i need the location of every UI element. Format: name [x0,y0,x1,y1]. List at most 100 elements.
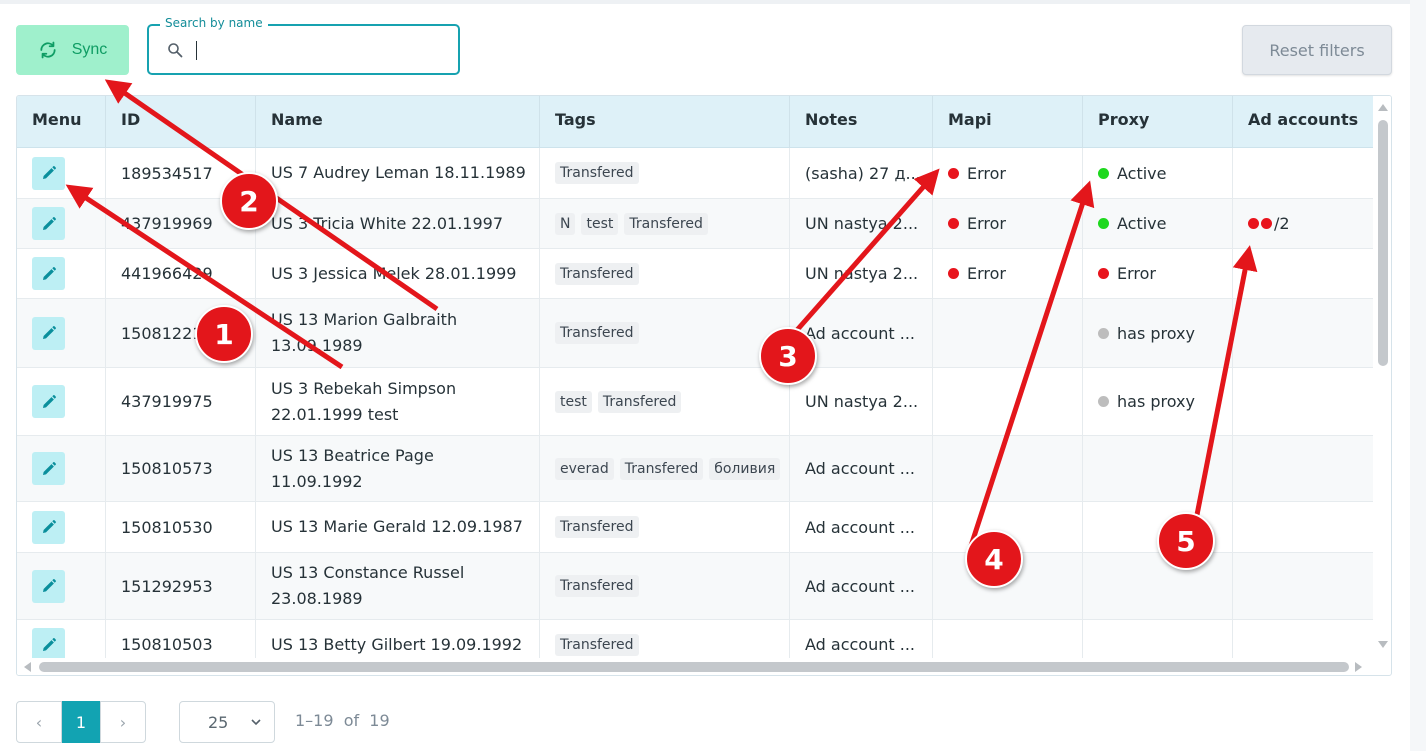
header-notes[interactable]: Notes [790,96,933,148]
account-id: 151292953 [121,576,213,596]
id-cell: 151292953 [106,553,256,619]
pencil-icon [42,266,56,280]
header-menu[interactable]: Menu [17,96,106,148]
tag-chip[interactable]: Transfered [555,162,639,184]
name-cell: US 13 Marie Gerald 12.09.1987 [256,502,540,552]
account-name-line: US 13 Beatrice Page 11.09.1992 [271,445,434,491]
page-button-current[interactable]: 1 [62,701,100,743]
account-name-line: US 3 Jessica Melek 28.01.1999 [271,263,517,283]
edit-button[interactable] [32,156,65,190]
account-id: 441966429 [121,264,213,283]
header-proxy[interactable]: Proxy [1083,96,1233,148]
id-cell: 437919975 [106,368,256,435]
scroll-up-icon[interactable] [1378,104,1388,111]
status-dot-icon [1098,396,1109,407]
account-name-line: US 13 Betty Gilbert 19.09.1992 [271,634,523,654]
tag-chip[interactable]: N [555,212,576,235]
tag-chip[interactable]: test [581,212,619,235]
notes-text: (sasha) 27 д... [805,163,921,183]
tags-cell: Transfered [540,502,790,552]
id-cell: 441966429 [106,249,256,298]
header-mapi[interactable]: Mapi [933,96,1083,148]
edit-button[interactable] [32,257,65,290]
header-ad-accounts[interactable]: Ad accounts [1233,96,1373,148]
notes-text: UN nastya 2... [805,214,919,233]
table-row[interactable]: 441966429 US 3 Jessica Melek 28.01.1999 Tr… [17,249,1373,299]
name-cell: US 13 Marion Galbraith 13.09.1989 [256,299,540,367]
tags-cell: Ntest Transfered [540,199,790,248]
annotation-badge-4: 4 [965,530,1023,588]
edit-button[interactable] [32,569,65,603]
notes-cell: Ad account ... [790,502,933,552]
name-cell: US 13 Beatrice Page 11.09.1992 [256,436,540,501]
horizontal-scrollbar[interactable] [17,658,1375,675]
text-caret [196,41,197,60]
edit-button[interactable] [32,207,65,240]
id-cell: 150810573 [106,436,256,501]
search-field[interactable]: Search by name [147,16,460,75]
tag-chip[interactable]: Transfered [619,457,704,480]
status-text: Error [967,163,1006,183]
tag-chip[interactable]: test [555,390,592,413]
account-id: 437919975 [121,392,213,411]
account-id: 150810503 [121,635,213,654]
edit-button[interactable] [32,510,65,544]
header-id[interactable]: ID [106,96,256,148]
search-icon [168,43,183,58]
account-id: 189534517 [121,163,213,183]
header-tags[interactable]: Tags [540,96,790,148]
vertical-scroll-thumb[interactable] [1378,120,1388,366]
tag-chip[interactable]: everad [555,457,614,480]
header-name[interactable]: Name [256,96,540,148]
account-name-line: US 13 Marie Gerald 12.09.1987 [271,517,523,536]
accounts-table: Menu ID Name Tags Notes Mapi Proxy Ad ac… [16,95,1392,676]
tag-chip[interactable]: Transfered [555,516,639,538]
notes-text: UN nastya 2... [805,264,919,283]
prev-page-button[interactable]: ‹ [16,701,62,743]
scroll-right-icon[interactable] [1355,662,1362,672]
tag-chip[interactable]: Transfered [555,633,639,656]
mapi-cell [933,368,1083,435]
notes-text: Ad account ... [805,323,915,343]
name-cell: US 3 Rebekah Simpson 22.01.1999 test [256,368,540,435]
name-cell: US 3 Jessica Melek 28.01.1999 [256,249,540,298]
annotation-badge-5: 5 [1157,512,1215,570]
edit-button[interactable] [32,316,65,350]
account-name-line: 23.08.1989 [271,589,363,608]
notes-text: UN nastya 2... [805,392,919,411]
per-page-select[interactable]: 25 [179,701,275,743]
tag-chip[interactable]: Transfered [555,262,639,285]
proxy-cell: has proxy [1083,299,1233,367]
tag-chip[interactable]: Transfered [597,390,682,413]
page-right-gutter [1410,0,1426,751]
tag-chip[interactable]: боливия [709,457,781,480]
ad-accounts-cell [1233,249,1373,298]
table-row[interactable]: 437919975 US 3 Rebekah Simpson 22.01.1999 … [17,368,1373,436]
search-input[interactable] [191,36,446,64]
tag-chip[interactable]: Transfered [555,322,639,344]
sync-button[interactable]: Sync [16,25,129,75]
scroll-down-icon[interactable] [1378,641,1388,648]
notes-text: Ad account ... [805,635,915,654]
account-name-line: 22.01.1999 test [271,404,399,424]
tags-cell: Transfered [540,249,790,298]
horizontal-scroll-thumb[interactable] [39,662,1349,672]
menu-cell [17,368,106,435]
account-name-line: US 13 Constance Russel [271,563,465,582]
next-page-button[interactable]: › [100,701,146,743]
table-row[interactable]: 150810573 US 13 Beatrice Page 11.09.1992 e… [17,436,1373,502]
edit-button[interactable] [32,385,65,418]
tags-cell: test Transfered [540,368,790,435]
edit-button[interactable] [32,628,65,661]
menu-cell [17,299,106,367]
tag-chip[interactable]: Transfered [624,212,708,235]
reset-filters-button[interactable]: Reset filters [1242,25,1392,75]
edit-button[interactable] [32,452,65,485]
proxy-cell: has proxy [1083,368,1233,435]
vertical-scrollbar[interactable] [1375,96,1391,658]
pencil-icon [42,166,56,179]
scroll-left-icon[interactable] [24,662,31,672]
status-text: Error [967,214,1006,233]
search-label: Search by name [160,16,268,30]
tag-chip[interactable]: Transfered [555,575,639,597]
